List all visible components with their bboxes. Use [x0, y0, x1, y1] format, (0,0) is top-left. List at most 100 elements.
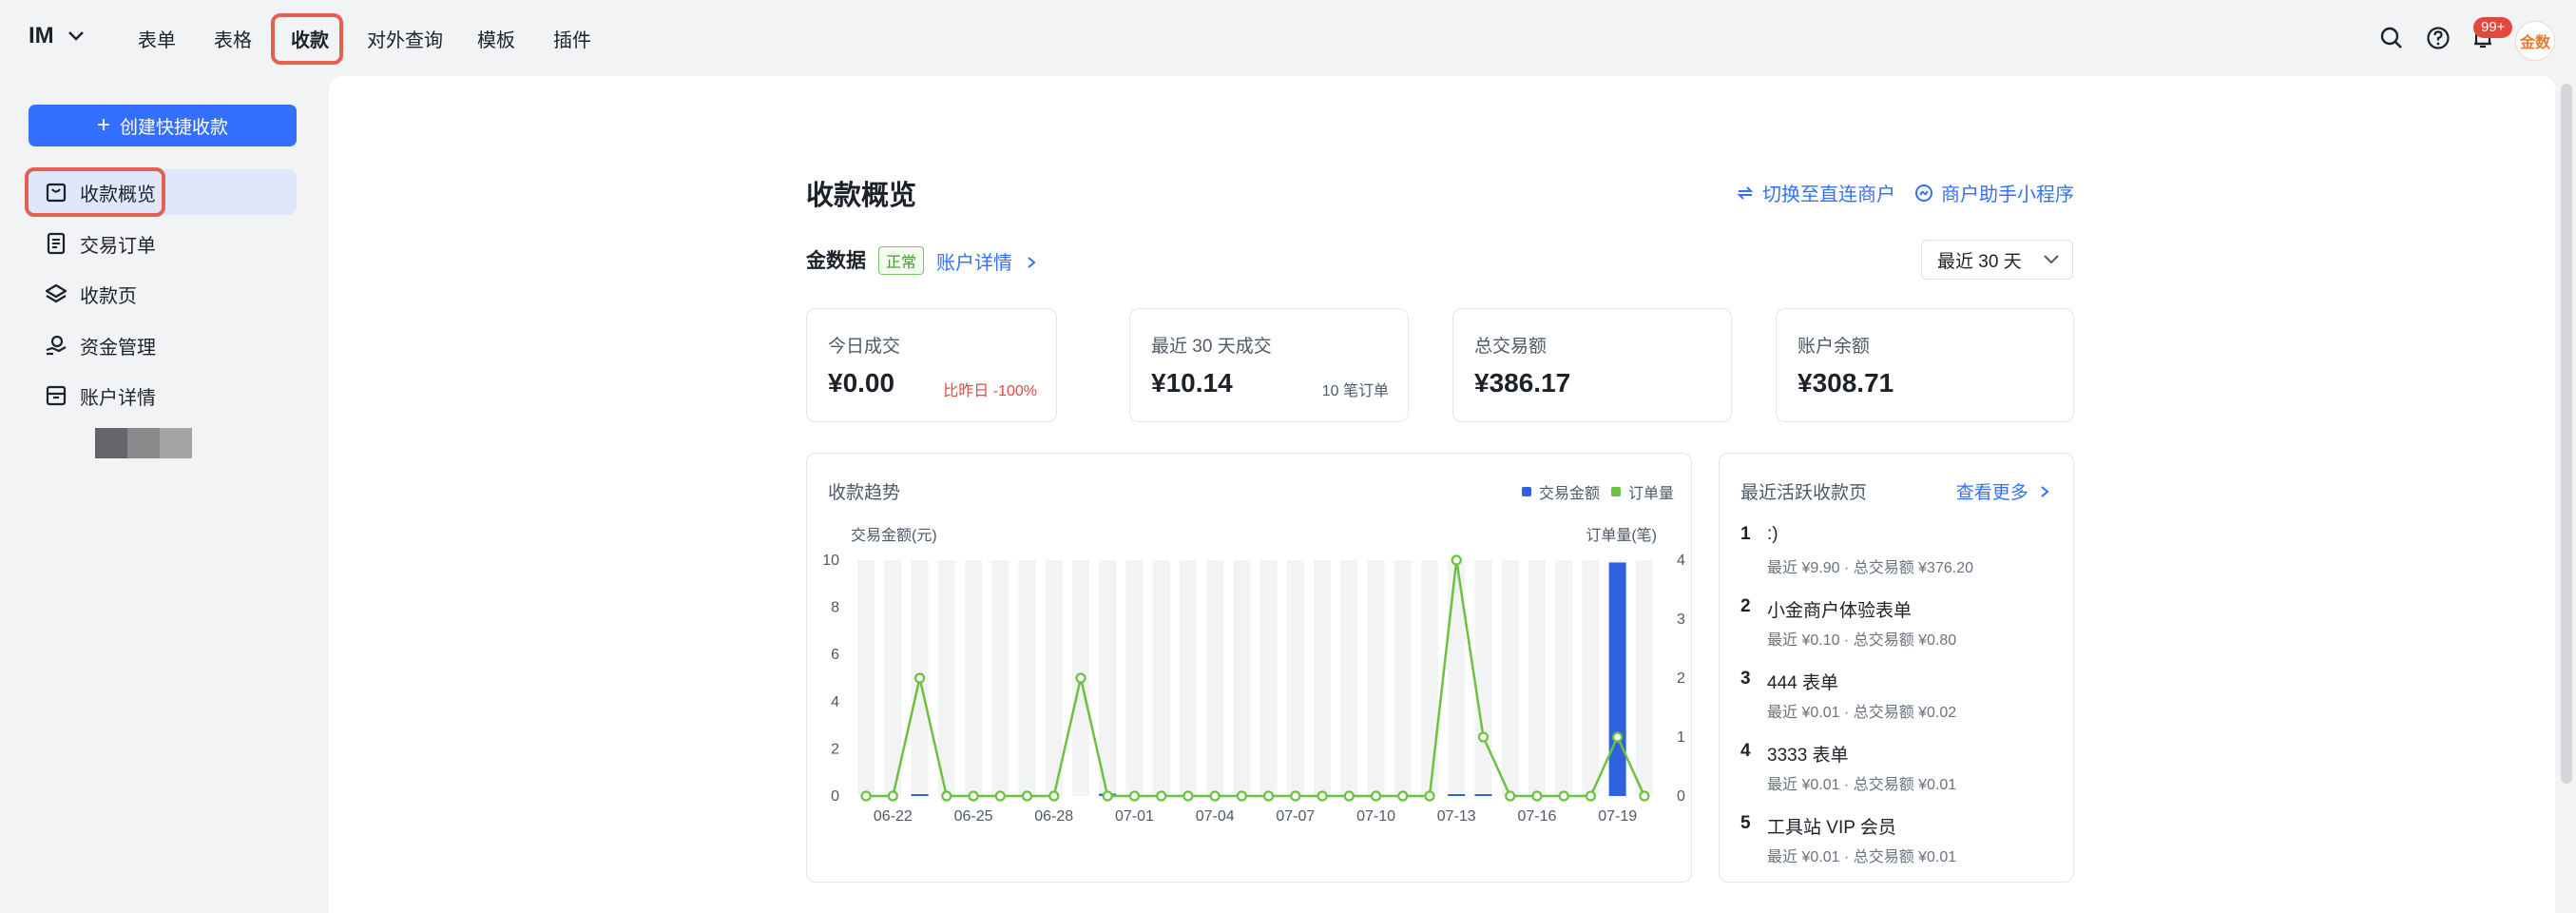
view-more-link[interactable]: 查看更多 [1956, 478, 2050, 504]
point [1290, 790, 1301, 802]
nav-item-external-query[interactable]: 对外查询 [367, 25, 443, 52]
create-quick-payment-button[interactable]: + 创建快捷收款 [29, 105, 297, 146]
highlight-box-nav [271, 13, 343, 65]
point [1048, 790, 1060, 802]
nav-item-table[interactable]: 表格 [214, 25, 252, 52]
help-icon[interactable] [2425, 25, 2451, 51]
redacted-block [127, 428, 160, 458]
y-tick-label: 8 [831, 600, 839, 616]
workspace-switcher[interactable]: IM [29, 23, 85, 49]
bar-background [1045, 560, 1063, 796]
bar-background [1501, 560, 1519, 796]
stat-value: ¥386.17 [1474, 368, 1571, 398]
x-tick-label: 07-13 [1437, 808, 1476, 825]
miniprogram-icon [1915, 184, 1932, 202]
create-button-label: 创建快捷收款 [120, 117, 229, 138]
x-tick-label: 06-28 [1034, 808, 1073, 825]
y-tick-label: 6 [831, 647, 839, 663]
point [1343, 790, 1355, 802]
avatar-text: 金数 [2519, 35, 2550, 51]
x-tick-label: 07-04 [1196, 808, 1235, 825]
bar-background [1152, 560, 1170, 796]
point [1505, 790, 1516, 802]
bar-background [991, 560, 1009, 796]
stat-value: ¥308.71 [1797, 368, 1894, 398]
switch-direct-merchant-link[interactable]: 切换至直连商户 [1736, 179, 1895, 206]
bar [1474, 794, 1492, 796]
page-stat: 最近 ¥0.01 · 总交易额 ¥0.02 [1767, 705, 1957, 721]
point [1424, 790, 1435, 802]
account-details-link[interactable]: 账户详情 [936, 247, 1037, 275]
nav-item-form[interactable]: 表单 [138, 25, 176, 52]
x-tick-label: 07-16 [1517, 808, 1556, 825]
page-title: 收款概览 [806, 181, 917, 211]
y-tick-label: 4 [831, 694, 839, 710]
switch-link-label: 切换至直连商户 [1762, 185, 1895, 205]
sidebar-item-label: 资金管理 [80, 337, 156, 359]
stat-value: ¥10.14 [1151, 368, 1233, 398]
date-range-select[interactable]: 最近 30 天 [1921, 240, 2073, 280]
y-tick-label: 2 [831, 741, 839, 757]
sidebar-item-funds[interactable]: 资金管理 [29, 322, 297, 368]
chevron-down-icon [2043, 255, 2059, 264]
stat-note: 10 笔订单 [1321, 383, 1389, 399]
y-axis-title: 交易金额(元) [851, 528, 937, 544]
page-name: 444 表单 [1767, 673, 1838, 693]
rank: 2 [1740, 596, 1751, 616]
bar-background [1394, 560, 1412, 796]
stat-value: ¥0.00 [828, 368, 895, 398]
recent-title: 最近活跃收款页 [1740, 483, 1868, 503]
avatar[interactable]: 金数 [2515, 21, 2555, 61]
bar-background [1421, 560, 1439, 796]
merchant-miniapp-link[interactable]: 商户助手小程序 [1914, 179, 2074, 206]
legend-item-amount[interactable]: 交易金额 [1522, 480, 1600, 503]
nav-item-plugin[interactable]: 插件 [553, 25, 591, 52]
point [1585, 790, 1597, 802]
point [1317, 790, 1328, 802]
sidebar-item-orders[interactable]: 交易订单 [29, 221, 297, 266]
top-bar: IM 表单 表格 收款 对外查询 模板 插件 99+ 金数 [0, 0, 2576, 76]
point [1612, 731, 1624, 743]
y-tick-label: 0 [831, 788, 839, 805]
point [1558, 790, 1569, 802]
scrollbar[interactable] [2561, 84, 2572, 784]
x-tick-label: 06-22 [874, 808, 913, 825]
legend-label: 订单量 [1628, 486, 1675, 502]
legend-item-orders[interactable]: 订单量 [1611, 480, 1674, 503]
y-tick-label: 10 [822, 553, 839, 569]
sidebar-item-label: 收款页 [80, 285, 137, 307]
swap-icon [1737, 185, 1754, 200]
rank: 5 [1740, 813, 1751, 833]
stat-label: 最近 30 天成交 [1151, 337, 1272, 357]
bar [1608, 562, 1626, 796]
point [1236, 790, 1247, 802]
y2-tick-label: 1 [1677, 729, 1685, 746]
point [1639, 790, 1650, 802]
stat-label: 账户余额 [1797, 337, 1871, 357]
page-stat: 最近 ¥0.01 · 总交易额 ¥0.01 [1767, 777, 1957, 793]
page-name: 工具站 VIP 会员 [1767, 818, 1896, 838]
y2-tick-label: 4 [1677, 553, 1685, 569]
x-tick-label: 07-01 [1115, 808, 1154, 825]
bar-background [1018, 560, 1036, 796]
bar [911, 794, 929, 796]
page-stat: 最近 ¥0.10 · 总交易额 ¥0.80 [1767, 632, 1957, 649]
page-stat: 最近 ¥0.01 · 总交易额 ¥0.01 [1767, 849, 1957, 865]
point [860, 790, 872, 802]
sidebar-item-payment-pages[interactable]: 收款页 [29, 271, 297, 317]
page-stat: 最近 ¥9.90 · 总交易额 ¥376.20 [1767, 560, 1973, 576]
rank: 3 [1740, 669, 1751, 689]
point [1102, 790, 1113, 802]
search-icon[interactable] [2378, 25, 2405, 51]
stat-card-today: 今日成交 ¥0.00 比昨日 -100% [806, 308, 1057, 422]
notification-badge: 99+ [2473, 17, 2513, 38]
stat-label: 总交易额 [1474, 337, 1548, 357]
sidebar-item-account[interactable]: 账户详情 [29, 373, 297, 418]
rank: 1 [1740, 524, 1751, 544]
account-link-label: 账户详情 [936, 253, 1012, 274]
bar-background [1474, 560, 1492, 796]
series-line [866, 559, 1646, 798]
point [994, 790, 1006, 802]
money-hand-icon [46, 335, 67, 356]
nav-item-template[interactable]: 模板 [477, 25, 515, 52]
